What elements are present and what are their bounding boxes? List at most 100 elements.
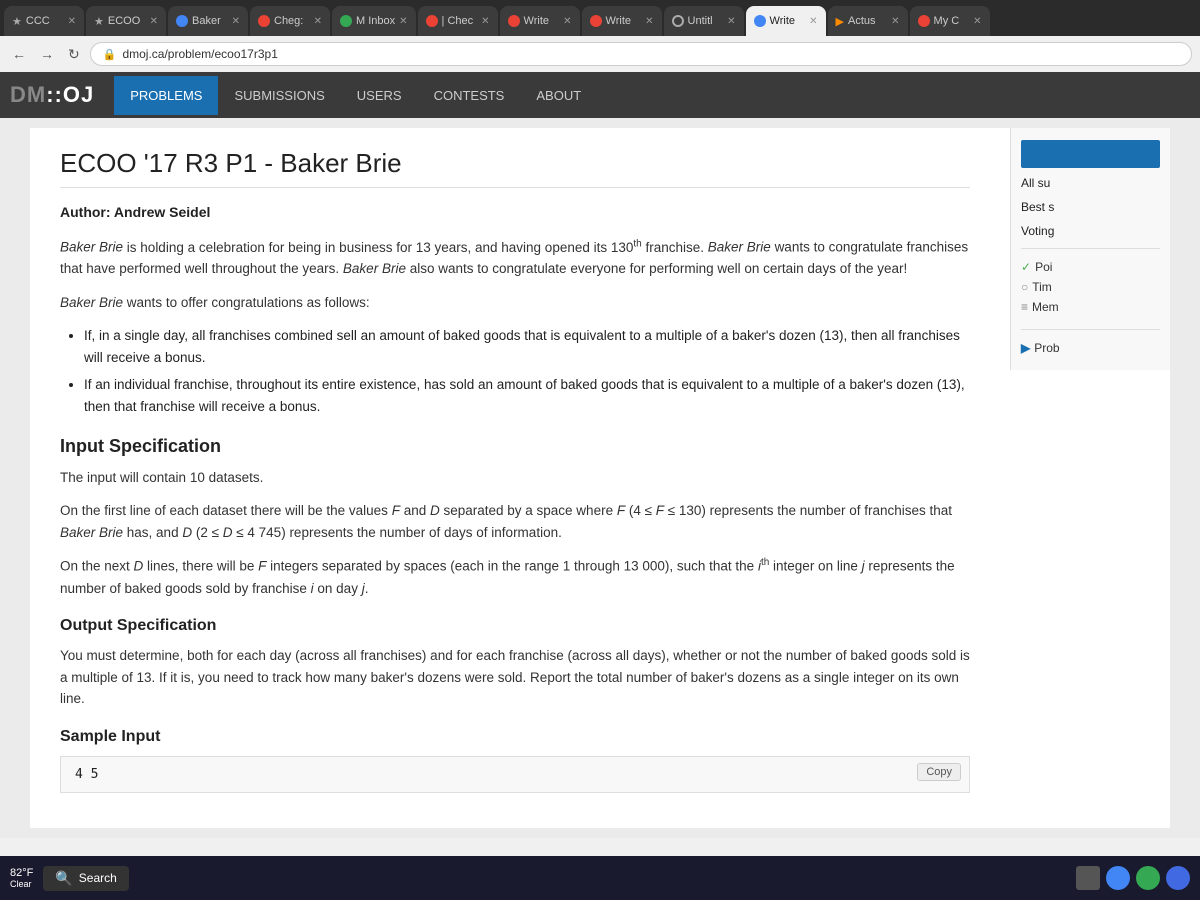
- tab-close-chec[interactable]: ✕: [481, 16, 489, 27]
- baker-brie-ref-3: Baker Brie: [343, 261, 406, 276]
- nav-item-problems[interactable]: PROBLEMS: [114, 76, 218, 115]
- sidebar-all-submissions-label: All su: [1021, 176, 1050, 190]
- clock-icon: ○: [1021, 280, 1028, 294]
- taskbar: 82°F Clear 🔍 Search: [0, 856, 1200, 900]
- sidebar-memory-label: Mem: [1032, 300, 1059, 314]
- tab-icon-write3: [754, 15, 766, 27]
- sidebar-time: ○ Tim: [1021, 277, 1160, 297]
- tab-close-write1[interactable]: ✕: [563, 16, 571, 27]
- browser-chrome: ★ CCC ✕ ★ ECOO ✕ Baker ✕ Cheg: ✕ M Inbox…: [0, 0, 1200, 72]
- baker-brie-ref-4: Baker Brie: [60, 295, 123, 310]
- page-title: ECOO '17 R3 P1 - Baker Brie: [60, 148, 970, 188]
- tab-ccc[interactable]: ★ CCC ✕: [4, 6, 84, 36]
- memory-icon: ≡: [1021, 300, 1028, 314]
- sidebar-voting: Voting: [1021, 224, 1160, 238]
- tab-bar: ★ CCC ✕ ★ ECOO ✕ Baker ✕ Cheg: ✕ M Inbox…: [0, 0, 1200, 36]
- tab-icon-baker: [176, 15, 188, 27]
- sidebar-best-score-label: Best s: [1021, 200, 1054, 214]
- tab-icon-cheg: [258, 15, 270, 27]
- tab-close-actus[interactable]: ✕: [891, 16, 899, 27]
- sample-input-title: Sample Input: [60, 728, 970, 746]
- sidebar-memory: ≡ Mem: [1021, 297, 1160, 317]
- bullet-item-2: If an individual franchise, throughout i…: [84, 374, 970, 417]
- input-spec-title: Input Specification: [60, 436, 970, 457]
- tab-close-untitl[interactable]: ✕: [727, 16, 735, 27]
- lock-icon: 🔒: [103, 48, 117, 61]
- baker-brie-ref-2: Baker Brie: [708, 240, 771, 255]
- tab-actus[interactable]: ▶ Actus ✕: [828, 6, 908, 36]
- tab-inbox[interactable]: M Inbox ✕: [332, 6, 416, 36]
- tab-close-ecoo[interactable]: ✕: [150, 16, 158, 27]
- intro-text-1: is holding a celebration for being in bu…: [127, 240, 708, 255]
- tab-icon-write1: [508, 15, 520, 27]
- taskbar-icon-2[interactable]: [1106, 866, 1130, 890]
- nav-item-about[interactable]: ABOUT: [520, 76, 597, 115]
- tab-write2[interactable]: Write ✕: [582, 6, 662, 36]
- tab-untitl[interactable]: Untitl ✕: [664, 6, 744, 36]
- sidebar-points: ✓ Poi: [1021, 257, 1160, 277]
- input-p1: The input will contain 10 datasets.: [60, 467, 970, 489]
- copy-button[interactable]: Copy: [917, 763, 961, 781]
- check-icon: ✓: [1021, 260, 1031, 274]
- content-wrapper: ECOO '17 R3 P1 - Baker Brie Author: Andr…: [60, 148, 970, 793]
- tab-cheg[interactable]: Cheg: ✕: [250, 6, 330, 36]
- tab-close-myc[interactable]: ✕: [973, 16, 981, 27]
- tab-icon-inbox: [340, 15, 352, 27]
- author: Author: Andrew Seidel: [60, 204, 970, 220]
- nav-item-users[interactable]: USERS: [341, 76, 418, 115]
- tab-close-write2[interactable]: ✕: [645, 16, 653, 27]
- sample-input-box: 4 5 Copy: [60, 756, 970, 793]
- tab-ecoo[interactable]: ★ ECOO ✕: [86, 6, 166, 36]
- sidebar-voting-label: Voting: [1021, 224, 1054, 238]
- address-bar-row: ← → ↻ 🔒 dmoj.ca/problem/ecoo17r3p1: [0, 36, 1200, 72]
- bullet-item-1: If, in a single day, all franchises comb…: [84, 325, 970, 368]
- output-p1: You must determine, both for each day (a…: [60, 645, 970, 710]
- intro-text-4: wants to offer congratulations as follow…: [127, 295, 370, 310]
- arrow-icon: ▶: [1021, 341, 1030, 355]
- tab-chec[interactable]: | Chec ✕: [418, 6, 498, 36]
- taskbar-icon-3[interactable]: [1136, 866, 1160, 890]
- sidebar-best-score: Best s: [1021, 200, 1160, 214]
- tab-write3[interactable]: Write ✕: [746, 6, 826, 36]
- site-logo: DM::OJ: [10, 82, 94, 108]
- weather: 82°F Clear: [10, 867, 33, 889]
- taskbar-icon-4[interactable]: [1166, 866, 1190, 890]
- sidebar-points-label: Poi: [1035, 260, 1052, 274]
- author-name: Andrew Seidel: [114, 204, 210, 220]
- main-content: All su Best s Voting ✓ Poi ○ Tim ≡ Mem ▶: [30, 128, 1170, 828]
- tab-close-baker[interactable]: ✕: [232, 16, 240, 27]
- sidebar-prob-label: Prob: [1034, 341, 1059, 355]
- bullet-list: If, in a single day, all franchises comb…: [84, 325, 970, 417]
- tab-close-cheg[interactable]: ✕: [314, 16, 322, 27]
- tab-close-write3[interactable]: ✕: [809, 16, 817, 27]
- search-bar[interactable]: 🔍 Search: [43, 866, 128, 891]
- author-label: Author:: [60, 204, 111, 220]
- sidebar-blue-box: [1021, 140, 1160, 168]
- reload-button[interactable]: ↻: [64, 44, 84, 65]
- nav-item-contests[interactable]: CONTESTS: [418, 76, 521, 115]
- taskbar-icons: [1076, 866, 1190, 890]
- tab-baker[interactable]: Baker ✕: [168, 6, 248, 36]
- tab-icon-write2: [590, 15, 602, 27]
- forward-button[interactable]: →: [36, 44, 58, 64]
- input-p3: On the next D lines, there will be F int…: [60, 555, 970, 599]
- search-icon: 🔍: [55, 870, 72, 887]
- intro-text-3: also wants to congratulate everyone for …: [410, 261, 908, 276]
- tab-close-inbox[interactable]: ✕: [399, 16, 407, 27]
- tab-myc[interactable]: My C ✕: [910, 6, 990, 36]
- temperature: 82°F: [10, 867, 33, 879]
- sidebar-time-label: Tim: [1032, 280, 1052, 294]
- sample-input-value: 4 5: [75, 767, 98, 782]
- taskbar-icon-1[interactable]: [1076, 866, 1100, 890]
- intro-paragraph-2: Baker Brie wants to offer congratulation…: [60, 292, 970, 314]
- back-button[interactable]: ←: [8, 44, 30, 64]
- nav-item-submissions[interactable]: SUBMISSIONS: [218, 76, 340, 115]
- tab-write1[interactable]: Write ✕: [500, 6, 580, 36]
- tab-close-ccc[interactable]: ✕: [68, 16, 76, 27]
- address-bar[interactable]: 🔒 dmoj.ca/problem/ecoo17r3p1: [90, 42, 1192, 66]
- nav-items: PROBLEMS SUBMISSIONS USERS CONTESTS ABOU…: [114, 76, 597, 115]
- sidebar: All su Best s Voting ✓ Poi ○ Tim ≡ Mem ▶: [1010, 128, 1170, 370]
- sidebar-prob: ▶ Prob: [1021, 338, 1160, 358]
- address-text: dmoj.ca/problem/ecoo17r3p1: [122, 47, 277, 61]
- site-nav: DM::OJ PROBLEMS SUBMISSIONS USERS CONTES…: [0, 72, 1200, 118]
